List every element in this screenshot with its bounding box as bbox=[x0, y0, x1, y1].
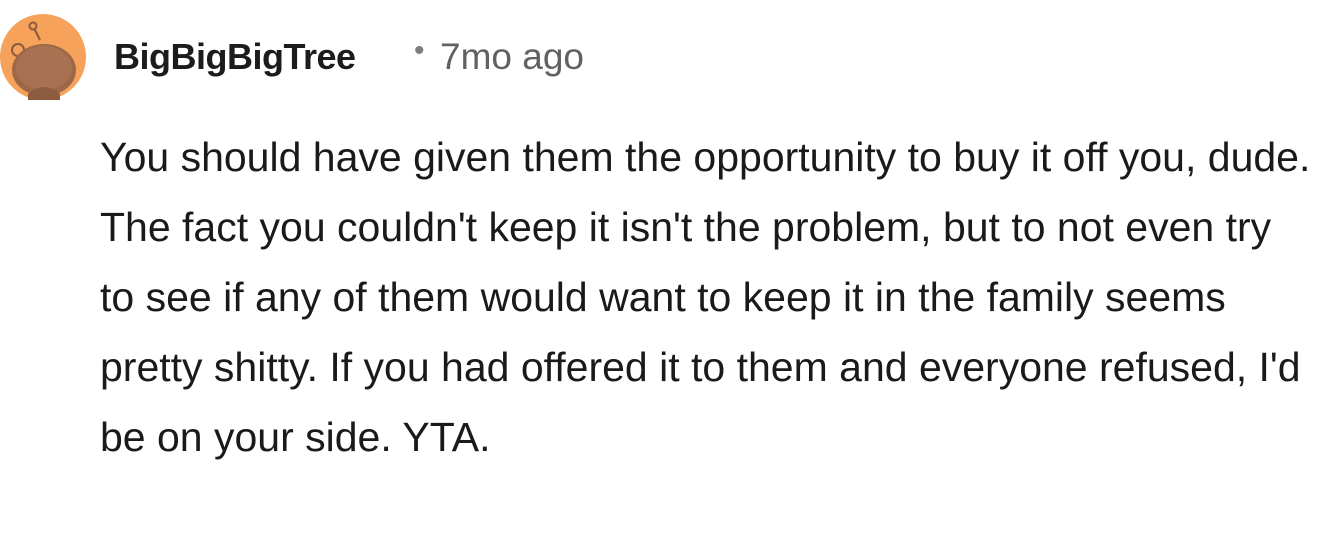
comment-body: You should have given them the opportuni… bbox=[100, 134, 1311, 460]
comment-timestamp[interactable]: 7mo ago bbox=[440, 36, 584, 78]
comment: BigBigBigTree • 7mo ago You should have … bbox=[0, 0, 1321, 539]
avatar-graphic bbox=[0, 14, 86, 100]
meta-separator: • bbox=[414, 34, 425, 67]
author-username[interactable]: BigBigBigTree bbox=[114, 36, 356, 78]
snoo-avatar-icon[interactable] bbox=[0, 14, 86, 100]
